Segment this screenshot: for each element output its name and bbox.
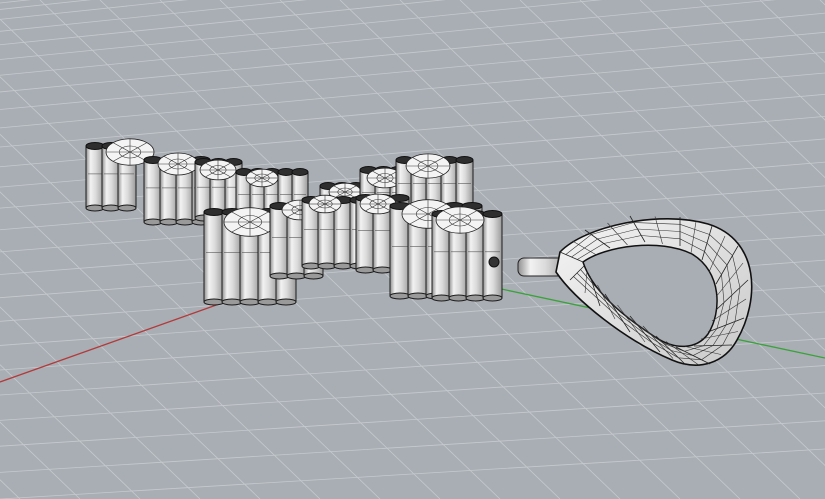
gem-stone: [223, 207, 277, 237]
viewport-canvas[interactable]: [0, 0, 825, 499]
gem-stone: [157, 152, 199, 176]
jump-ring-hole: [488, 256, 500, 268]
gem-stone: [405, 153, 451, 179]
gem-stone: [308, 194, 342, 214]
gem-stone: [245, 168, 279, 188]
gem-stone: [435, 206, 485, 234]
bezel-cylinder: [482, 210, 503, 302]
gem-stone: [199, 159, 237, 181]
viewport-perspective[interactable]: [0, 0, 825, 499]
bezel-cylinder: [85, 142, 105, 212]
bezel-cylinder: [203, 208, 225, 306]
